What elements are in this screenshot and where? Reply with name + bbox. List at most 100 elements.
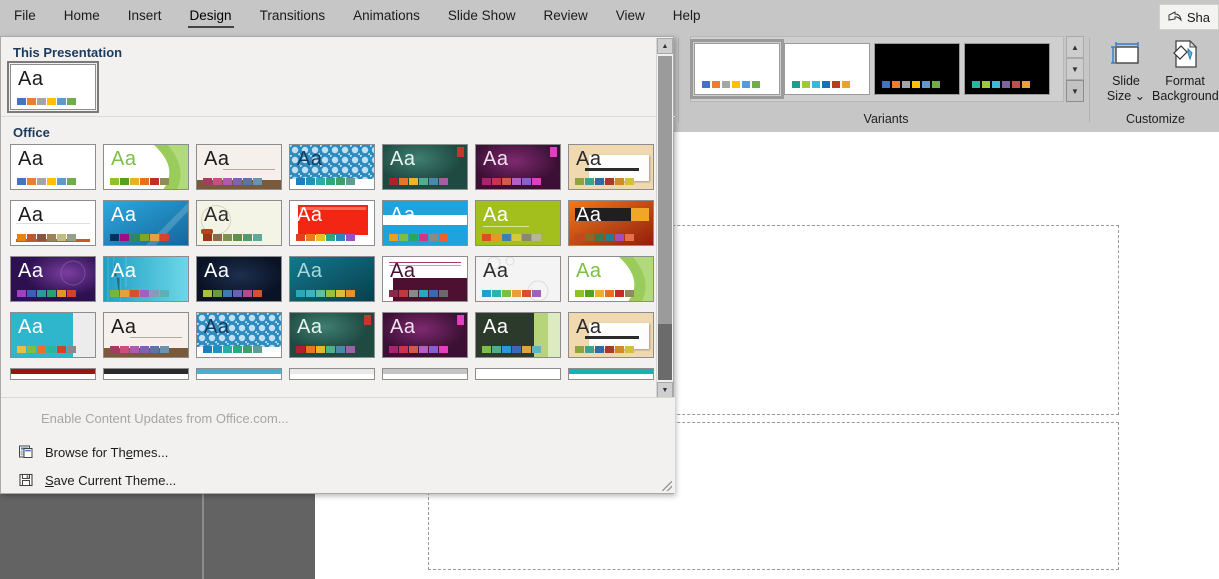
theme-swatches <box>575 178 634 185</box>
theme-swatches <box>482 178 541 185</box>
theme-wisp-2[interactable]: Aa <box>103 312 189 358</box>
theme-partial-5[interactable] <box>382 368 468 380</box>
theme-swatches <box>296 234 355 241</box>
ribbon-separator-2 <box>1089 38 1090 122</box>
theme-ion-boardroom-2[interactable]: Aa <box>382 312 468 358</box>
theme-aa-preview: Aa <box>297 260 323 282</box>
menu-item-save-current-theme[interactable]: Save Current Theme... <box>1 466 675 494</box>
theme-wisp[interactable]: Aa <box>196 144 282 190</box>
theme-badge-2[interactable]: Aa <box>196 312 282 358</box>
theme-partial-2[interactable] <box>103 368 189 380</box>
theme-damask[interactable]: Aa <box>196 256 282 302</box>
slide-size-button[interactable]: Slide Size ⌄ <box>1098 36 1154 104</box>
theme-partial-bar <box>11 369 95 374</box>
thumbnail-pane-divider <box>202 482 204 579</box>
tab-design[interactable]: Design <box>176 0 246 32</box>
theme-depth[interactable]: Aa <box>289 256 375 302</box>
format-background-label-line1: Format <box>1165 74 1205 88</box>
theme-aa-preview: Aa <box>18 204 44 226</box>
tab-slide-show[interactable]: Slide Show <box>434 0 530 32</box>
theme-facet[interactable]: Aa <box>103 144 189 190</box>
theme-aa-preview: Aa <box>483 316 509 338</box>
variants-more-button[interactable]: ▼ <box>1066 80 1084 102</box>
theme-aa-preview: Aa <box>483 260 509 282</box>
theme-dividend[interactable]: Aa <box>382 256 468 302</box>
format-background-icon <box>1152 36 1218 74</box>
theme-swatches <box>389 178 448 185</box>
share-icon <box>1168 10 1182 25</box>
theme-swatches <box>296 178 355 185</box>
theme-ion-light[interactable]: Aa <box>196 200 282 246</box>
theme-organic[interactable]: Aa <box>568 144 654 190</box>
office-theme-row-1: Aa Aa Aa Aa Aa Aa Aa <box>1 144 675 190</box>
theme-partial-3[interactable] <box>196 368 282 380</box>
theme-circuit[interactable]: Aa <box>103 256 189 302</box>
theme-swatches <box>575 234 634 241</box>
theme-partial-4[interactable] <box>289 368 375 380</box>
tab-review[interactable]: Review <box>529 0 601 32</box>
variants-scroll-buttons: ▲ ▼ ▼ <box>1066 36 1084 102</box>
tab-animations[interactable]: Animations <box>339 0 434 32</box>
theme-savon[interactable]: Aa <box>568 200 654 246</box>
variants-scroll-up-button[interactable]: ▲ <box>1066 36 1084 58</box>
variant-4[interactable] <box>964 43 1050 95</box>
tab-insert[interactable]: Insert <box>114 0 176 32</box>
tab-transitions[interactable]: Transitions <box>246 0 340 32</box>
theme-current-office[interactable]: Aa <box>7 61 99 113</box>
theme-swatches <box>203 290 262 297</box>
share-button[interactable]: Sha <box>1158 4 1219 30</box>
theme-aa-preview: Aa <box>297 204 323 226</box>
slide-thumbnail-pane[interactable] <box>0 482 315 579</box>
theme-swatches <box>389 290 448 297</box>
theme-retrospect[interactable]: Aa <box>10 200 96 246</box>
theme-partial-bar <box>569 369 653 374</box>
theme-swatches <box>296 346 355 353</box>
gallery-scrollbar-track[interactable] <box>658 324 672 380</box>
themes-gallery-menu: Enable Content Updates from Office.com..… <box>1 397 675 493</box>
themes-gallery-scrollbar[interactable]: ▲ ▼ <box>656 38 673 398</box>
customize-group-label: Customize <box>1125 112 1186 126</box>
browse-themes-label: Browse for Themes... <box>45 444 169 460</box>
theme-frame[interactable]: Aa <box>10 256 96 302</box>
theme-partial-7[interactable] <box>568 368 654 380</box>
tab-view[interactable]: View <box>602 0 659 32</box>
theme-celestial[interactable]: Aa <box>382 200 468 246</box>
theme-swatches <box>110 346 169 353</box>
theme-droplet[interactable]: Aa <box>475 256 561 302</box>
theme-feathered[interactable]: Aa <box>10 312 96 358</box>
theme-partial-bar <box>197 369 281 374</box>
theme-berlin[interactable]: Aa <box>289 200 375 246</box>
gallery-scroll-down-button[interactable]: ▼ <box>657 382 673 398</box>
variants-scroll-down-button[interactable]: ▼ <box>1066 58 1084 80</box>
theme-partial-bar <box>476 369 560 374</box>
save-theme-icon <box>17 471 35 489</box>
format-background-button[interactable]: Format Background <box>1152 36 1219 104</box>
theme-ion-green[interactable]: Aa <box>382 144 468 190</box>
tab-help[interactable]: Help <box>659 0 715 32</box>
tab-home[interactable]: Home <box>50 0 114 32</box>
theme-parcel[interactable]: Aa <box>475 312 561 358</box>
theme-ion-green-2[interactable]: Aa <box>289 312 375 358</box>
theme-slice[interactable]: Aa <box>103 200 189 246</box>
theme-office[interactable]: Aa <box>10 144 96 190</box>
gallery-resize-grip[interactable] <box>662 481 672 491</box>
gallery-scroll-up-button[interactable]: ▲ <box>657 38 673 54</box>
tab-file[interactable]: File <box>0 0 50 32</box>
theme-aa-preview: Aa <box>111 148 137 170</box>
variant-1[interactable] <box>690 39 784 99</box>
themes-gallery-scroll-area: This Presentation Aa Office Aa Aa Aa Aa Aa Aa… <box>1 37 675 399</box>
variant-2[interactable] <box>784 43 870 95</box>
theme-partial-1[interactable] <box>10 368 96 380</box>
theme-partial-6[interactable] <box>475 368 561 380</box>
theme-swatches <box>17 346 76 353</box>
theme-badge[interactable]: Aa <box>289 144 375 190</box>
theme-quotable[interactable]: Aa <box>475 200 561 246</box>
theme-ion-boardroom[interactable]: Aa <box>475 144 561 190</box>
themes-gallery-dropdown: This Presentation Aa Office Aa Aa Aa Aa Aa Aa… <box>0 36 675 494</box>
theme-aa-preview: Aa <box>483 148 509 170</box>
variant-3[interactable] <box>874 43 960 95</box>
gallery-scrollbar-thumb[interactable] <box>658 56 672 324</box>
theme-facet-2[interactable]: Aa <box>568 256 654 302</box>
menu-item-browse-for-themes[interactable]: Browse for Themes... <box>1 438 675 466</box>
theme-organic-2[interactable]: Aa <box>568 312 654 358</box>
